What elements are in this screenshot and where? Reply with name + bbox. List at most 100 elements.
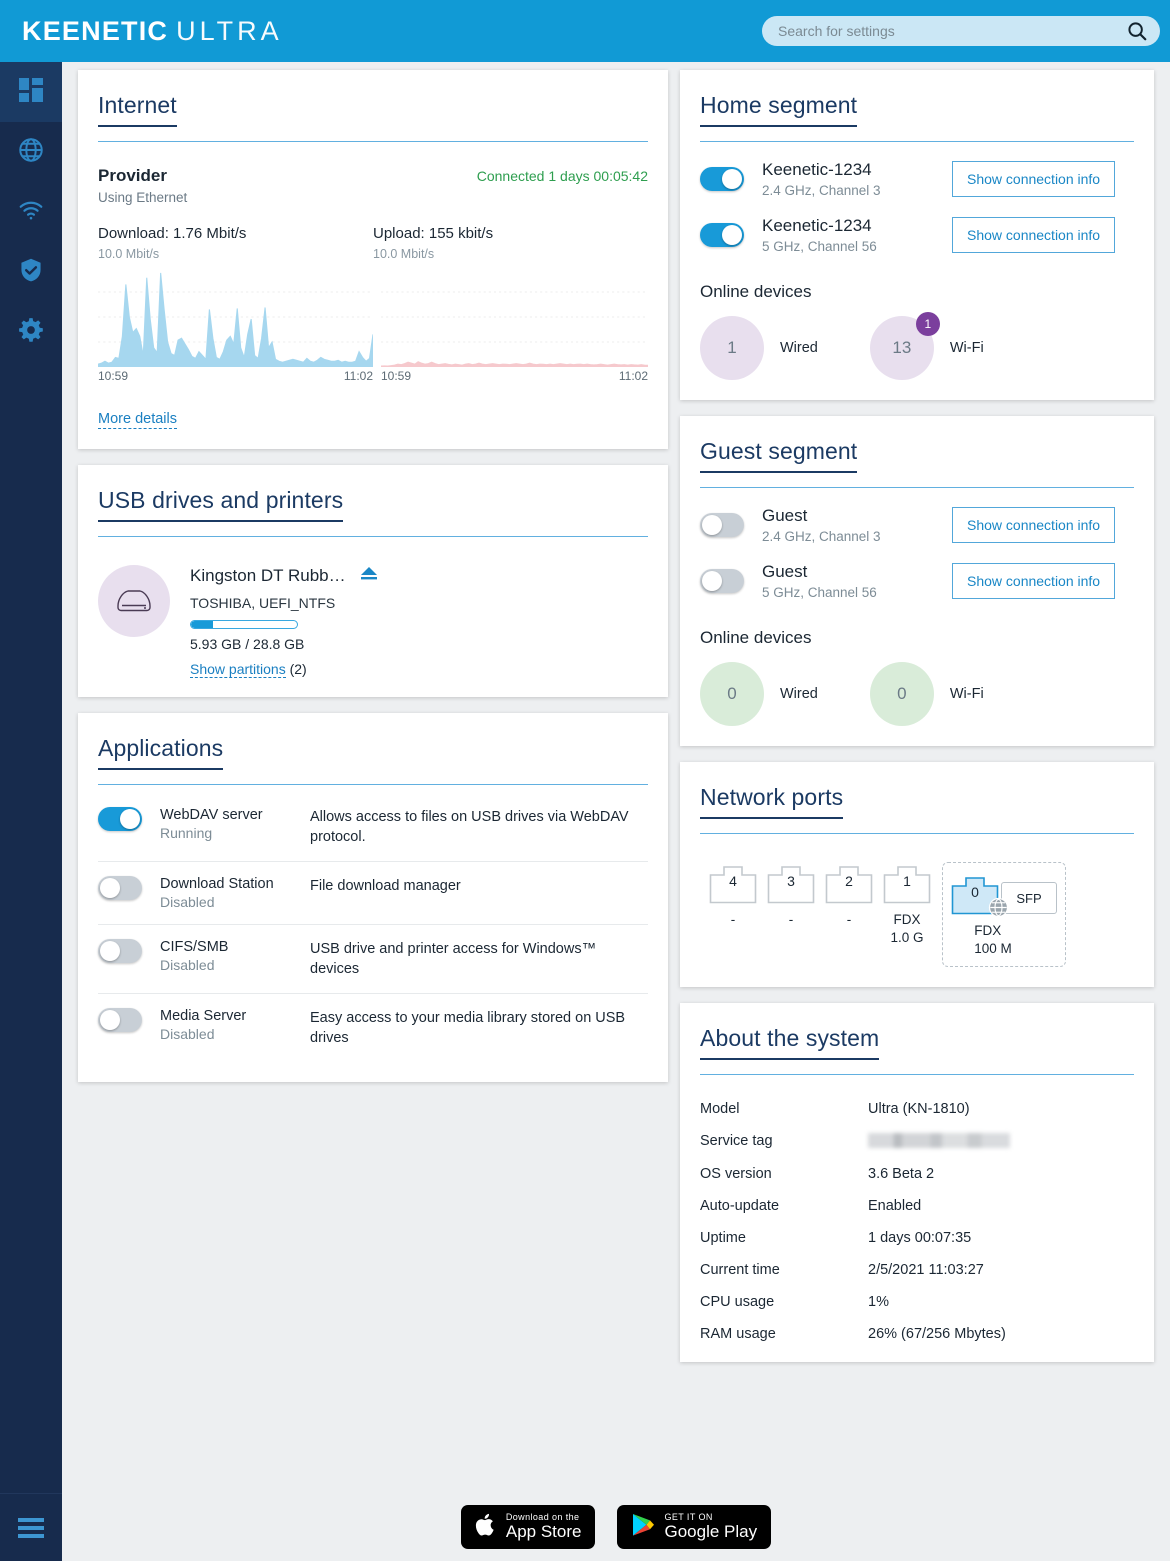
system-info-value: 2/5/2021 11:03:27 [868,1262,984,1278]
left-column: Internet Provider Connected 1 days 00:05… [78,70,668,1098]
applications-list: WebDAV serverRunningAllows access to fil… [98,793,648,1062]
wan-port-group: 0SFPFDX100 M [942,862,1066,967]
application-description: File download manager [310,876,648,897]
application-toggle[interactable] [98,876,142,900]
sidebar-item-security[interactable] [0,242,62,302]
ethernet-jack-icon: 4 [709,862,757,904]
wifi-network-row: Guest2.4 GHz, Channel 3Show connection i… [700,506,1134,544]
wifi-band: 5 GHz, Channel 56 [762,239,952,254]
toggle-knob [722,169,742,189]
application-state: Disabled [160,894,310,910]
shield-check-icon [17,256,45,289]
page-title-network-ports: Network ports [700,784,843,819]
title-divider [98,784,648,785]
sidebar-item-wireless[interactable] [0,182,62,242]
wifi-toggle[interactable] [700,167,744,191]
network-port[interactable]: 3- [762,862,820,929]
upload-speed: Upload: 155 kbit/s [373,225,648,242]
wifi-network-info: Guest5 GHz, Channel 56 [762,562,952,600]
application-label: Download StationDisabled [160,876,310,910]
port-number: 2 [825,873,873,889]
sidebar-item-management[interactable] [0,302,62,362]
system-info-table: ModelUltra (KN-1810)Service tagOS versio… [700,1101,1134,1342]
usb-drive-fs: TOSHIBA, UEFI_NTFS [190,595,378,611]
main-content: Internet Provider Connected 1 days 00:05… [62,62,1170,1561]
wifi-toggle[interactable] [700,513,744,537]
toggle-knob [702,515,722,535]
toggle-knob [702,571,722,591]
search-bar[interactable] [762,16,1160,46]
show-connection-info-button[interactable]: Show connection info [952,217,1115,253]
wan-port-group-top: 0SFP [951,873,1057,915]
show-connection-info-button[interactable]: Show connection info [952,161,1115,197]
online-device-item[interactable]: 0Wired [700,662,818,726]
google-play-icon [631,1512,655,1543]
system-info-row: Current time2/5/2021 11:03:27 [700,1262,1134,1278]
port-status: - [820,911,878,929]
system-info-key: Model [700,1101,868,1117]
port-status: - [704,911,762,929]
network-port[interactable]: 1FDX1.0 G [878,862,936,947]
system-info-key: OS version [700,1166,868,1182]
application-toggle[interactable] [98,939,142,963]
application-row: CIFS/SMBDisabledUSB drive and printer ac… [98,925,648,994]
online-device-item[interactable]: 1Wired [700,316,818,380]
hamburger-icon [18,1514,44,1542]
usb-drive-info: Kingston DT Rubb… TOSHIBA, UEFI_NTFS 5.9… [190,565,378,677]
download-chart: 10:59 11:02 [98,267,373,383]
app-header: KEENETICULTRA [0,0,1170,62]
system-info-key: Current time [700,1262,868,1278]
app-store-badges: Download on the App Store GET IT ON Goog… [62,1493,1170,1561]
wifi-network-info: Keenetic-12342.4 GHz, Channel 3 [762,160,952,198]
device-type-label: Wi-Fi [950,340,984,356]
online-device-item[interactable]: 0Wi-Fi [870,662,984,726]
search-icon[interactable] [1122,20,1152,42]
redacted-value [868,1133,1010,1148]
google-play-button[interactable]: GET IT ON Google Play [617,1505,771,1549]
system-info-key: CPU usage [700,1294,868,1310]
show-connection-info-button[interactable]: Show connection info [952,507,1115,543]
more-details-link[interactable]: More details [98,411,177,429]
application-description: USB drive and printer access for Windows… [310,939,648,979]
application-toggle[interactable] [98,807,142,831]
network-port[interactable]: 4- [704,862,762,929]
wifi-band: 2.4 GHz, Channel 3 [762,183,952,198]
wifi-toggle[interactable] [700,569,744,593]
system-info-row: CPU usage1% [700,1294,1134,1310]
application-name: Media Server [160,1008,310,1024]
download-max: 10.0 Mbit/s [98,247,373,261]
title-divider [700,487,1134,488]
network-ports-card: Network ports 4-3-2-1FDX1.0 G0SFPFDX100 … [680,762,1154,987]
applications-card: Applications WebDAV serverRunningAllows … [78,713,668,1082]
device-type-label: Wired [780,686,818,702]
sidebar-item-dashboard[interactable] [0,62,62,122]
globe-icon [988,897,1009,923]
application-state: Disabled [160,1026,310,1042]
wifi-network-row: Guest5 GHz, Channel 56Show connection in… [700,562,1134,600]
online-device-item[interactable]: 131Wi-Fi [870,316,984,380]
google-play-label: GET IT ON Google Play [664,1513,757,1541]
system-info-value: 3.6 Beta 2 [868,1166,934,1182]
wifi-network-row: Keenetic-12342.4 GHz, Channel 3Show conn… [700,160,1134,198]
eject-icon[interactable] [360,565,378,586]
system-info-value: Ultra (KN-1810) [868,1101,970,1117]
application-toggle[interactable] [98,1008,142,1032]
sidebar-item-internet[interactable] [0,122,62,182]
sfp-port[interactable]: SFP [1001,882,1057,914]
show-partitions-link[interactable]: Show partitions [190,661,286,678]
application-state: Running [160,825,310,841]
app-store-big-label: App Store [506,1523,582,1541]
gear-icon [17,316,45,349]
app-store-button[interactable]: Download on the App Store [461,1505,596,1549]
upload-axis: 10:59 11:02 [381,367,648,383]
search-input[interactable] [762,23,1122,39]
sidebar-menu-toggle[interactable] [0,1493,62,1561]
wifi-toggle[interactable] [700,223,744,247]
ethernet-jack-icon[interactable]: 0 [951,873,999,915]
right-column: Home segment Keenetic-12342.4 GHz, Chann… [680,70,1154,1378]
port-number: 1 [883,873,931,889]
network-port[interactable]: 2- [820,862,878,929]
show-connection-info-button[interactable]: Show connection info [952,563,1115,599]
usb-usage-text: 5.93 GB / 28.8 GB [190,636,378,652]
wifi-ssid: Keenetic-1234 [762,216,952,236]
